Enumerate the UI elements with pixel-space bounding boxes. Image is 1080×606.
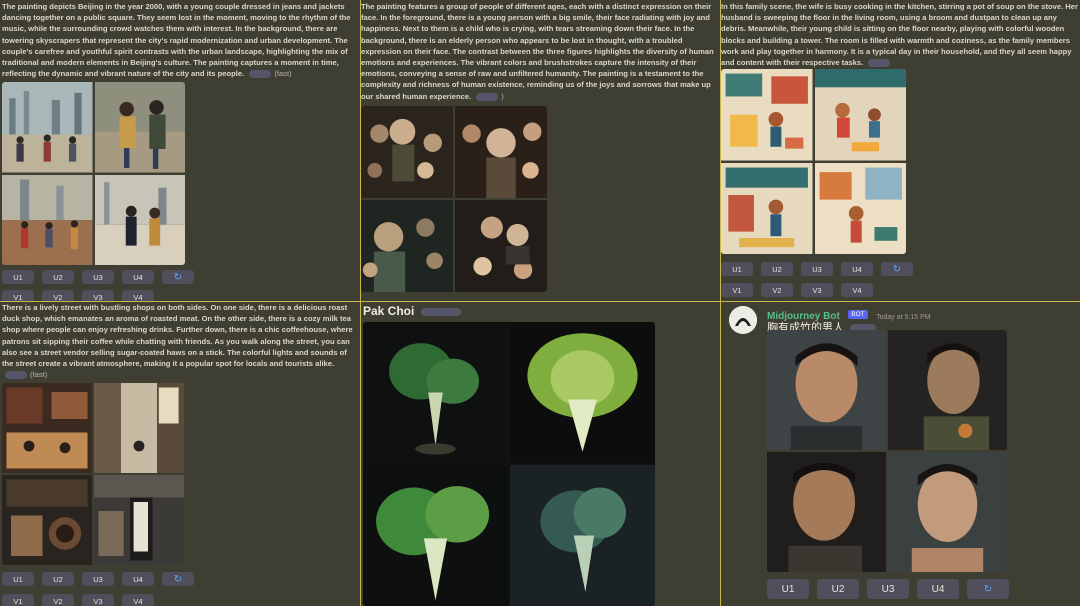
image-grid[interactable]: [363, 322, 655, 606]
image-tile-4[interactable]: [94, 174, 185, 265]
panel-family: In this family scene, the wife is busy c…: [721, 0, 1080, 301]
image-tile-2[interactable]: [814, 69, 906, 161]
image-tile-4[interactable]: [814, 162, 906, 254]
upscale-button-2[interactable]: U2: [817, 579, 859, 599]
image-tile-3[interactable]: [363, 465, 508, 606]
image-tile-3[interactable]: [2, 174, 93, 265]
panel-portrait: Midjourney Bot BOT Today at 5:15 PM 胸有成竹…: [721, 302, 1080, 606]
prompt-tag: [865, 57, 893, 68]
image-tile-3[interactable]: [361, 200, 453, 292]
variation-button-row: V1 V2 V3 V4: [721, 283, 873, 297]
image-tile-3[interactable]: [721, 162, 813, 254]
image-tile-1[interactable]: [2, 82, 93, 173]
refresh-icon[interactable]: ↻: [967, 579, 1009, 599]
upscale-button-row: U1 U2 U3 U4 ↻: [767, 579, 1009, 599]
upscale-button-4[interactable]: U4: [122, 572, 154, 586]
variation-button-4[interactable]: V4: [122, 594, 154, 606]
upscale-button-1[interactable]: U1: [2, 572, 34, 586]
variation-button-row: V1 V2 V3 V4: [2, 594, 154, 606]
refresh-icon[interactable]: ↻: [162, 270, 194, 284]
bot-badge: BOT: [848, 310, 868, 320]
upscale-button-1[interactable]: U1: [2, 270, 34, 284]
image-grid[interactable]: [2, 82, 185, 265]
image-tile-2[interactable]: [888, 330, 1007, 450]
variation-button-2[interactable]: V2: [761, 283, 793, 297]
upscale-button-3[interactable]: U3: [82, 572, 114, 586]
refresh-icon[interactable]: ↻: [162, 572, 194, 586]
upscale-button-4[interactable]: U4: [122, 270, 154, 284]
image-tile-2[interactable]: [94, 383, 184, 473]
image-tile-1[interactable]: [363, 322, 508, 463]
image-tile-1[interactable]: [767, 330, 886, 450]
prompt-tag: ): [473, 91, 504, 102]
image-grid[interactable]: [721, 69, 906, 254]
variation-button-1[interactable]: V1: [721, 283, 753, 297]
upscale-button-1[interactable]: U1: [767, 579, 809, 599]
image-tile-4[interactable]: [455, 200, 547, 292]
upscale-button-3[interactable]: U3: [867, 579, 909, 599]
upscale-button-4[interactable]: U4: [917, 579, 959, 599]
prompt-tag: (fast): [246, 68, 292, 79]
image-tile-1[interactable]: [2, 383, 92, 473]
image-title: Pak Choi: [363, 304, 464, 318]
refresh-icon[interactable]: ↻: [881, 262, 913, 276]
prompt-text: The painting features a group of people …: [361, 2, 714, 102]
prompt-text: The painting depicts Beijing in the year…: [2, 2, 351, 79]
image-tile-2[interactable]: [510, 322, 655, 463]
image-tile-1[interactable]: [361, 106, 453, 198]
panel-pak-choi: Pak Choi: [361, 302, 720, 606]
upscale-button-1[interactable]: U1: [721, 262, 753, 276]
image-tile-4[interactable]: [888, 452, 1007, 572]
variation-button-3[interactable]: V3: [82, 594, 114, 606]
image-tile-4[interactable]: [510, 465, 655, 606]
upscale-button-2[interactable]: U2: [42, 270, 74, 284]
image-tile-4[interactable]: [94, 475, 184, 565]
upscale-button-2[interactable]: U2: [42, 572, 74, 586]
image-tile-3[interactable]: [767, 452, 886, 572]
upscale-button-row: U1 U2 U3 U4 ↻: [721, 262, 913, 276]
message-time: Today at 5:15 PM: [876, 314, 931, 321]
upscale-button-row: U1 U2 U3 U4 ↻: [2, 270, 194, 284]
image-grid[interactable]: [361, 106, 547, 292]
prompt-text: There is a lively street with bustling s…: [2, 303, 353, 380]
upscale-button-3[interactable]: U3: [82, 270, 114, 284]
variation-button-2[interactable]: V2: [42, 290, 74, 301]
panel-beijing: The painting depicts Beijing in the year…: [0, 0, 360, 301]
image-tile-2[interactable]: [94, 82, 185, 173]
image-tile-3[interactable]: [2, 475, 92, 565]
image-tile-1[interactable]: [721, 69, 813, 161]
upscale-button-2[interactable]: U2: [761, 262, 793, 276]
panel-street: There is a lively street with bustling s…: [0, 302, 360, 606]
variation-button-2[interactable]: V2: [42, 594, 74, 606]
image-grid[interactable]: [767, 330, 1007, 572]
upscale-button-row: U1 U2 U3 U4 ↻: [2, 572, 194, 586]
variation-button-3[interactable]: V3: [801, 283, 833, 297]
variation-button-4[interactable]: V4: [841, 283, 873, 297]
image-grid[interactable]: [2, 383, 184, 565]
upscale-button-4[interactable]: U4: [841, 262, 873, 276]
variation-button-3[interactable]: V3: [82, 290, 114, 301]
variation-button-1[interactable]: V1: [2, 290, 34, 301]
prompt-text: In this family scene, the wife is busy c…: [721, 2, 1078, 68]
panel-faces: The painting features a group of people …: [361, 0, 720, 301]
avatar[interactable]: [729, 306, 757, 334]
variation-button-4[interactable]: V4: [122, 290, 154, 301]
variation-button-row: V1 V2 V3 V4: [2, 290, 154, 301]
prompt-tag: (fast): [2, 369, 47, 380]
variation-button-1[interactable]: V1: [2, 594, 34, 606]
upscale-button-3[interactable]: U3: [801, 262, 833, 276]
image-tile-2[interactable]: [455, 106, 547, 198]
